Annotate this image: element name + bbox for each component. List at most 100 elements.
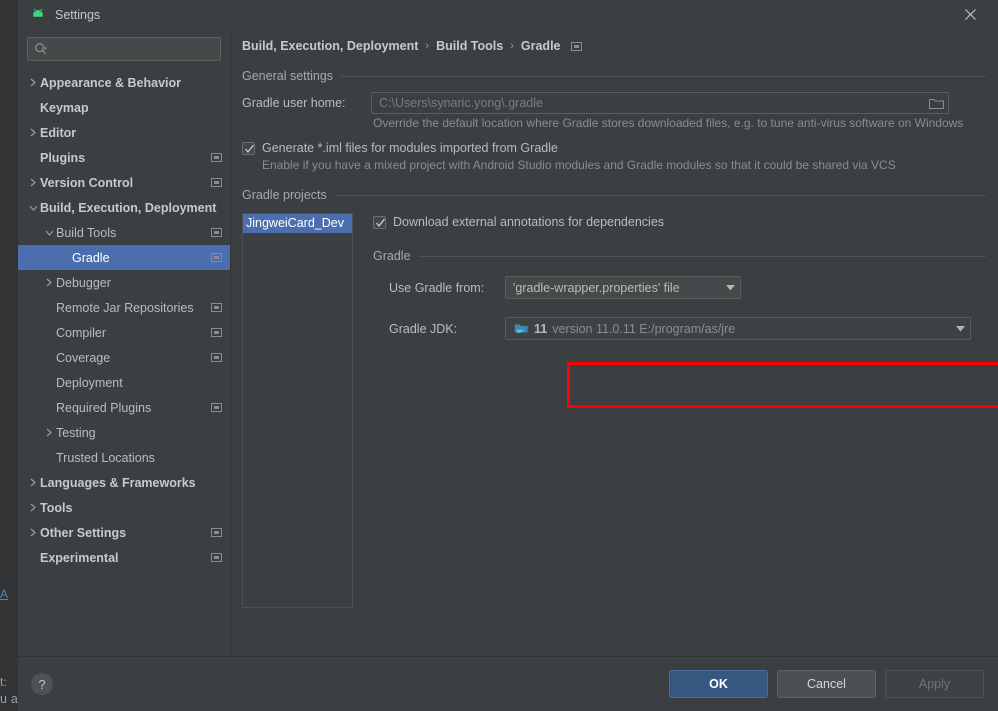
sidebar-item-plugins[interactable]: Plugins: [18, 145, 230, 170]
chevron-down-icon: [26, 204, 40, 212]
dialog-body: Appearance & Behavior Keymap Editor Plugins…: [18, 29, 998, 656]
sidebar-item-label: Keymap: [40, 100, 89, 115]
search-container: [18, 29, 230, 68]
gradle-user-home-value: C:\Users\synaric.yong\.gradle: [379, 96, 543, 110]
gradle-project-item[interactable]: JingweiCard_Dev: [243, 214, 352, 233]
chevron-right-icon: [26, 503, 40, 512]
sidebar-item-appearance-behavior[interactable]: Appearance & Behavior: [18, 70, 230, 95]
section-divider: [341, 75, 986, 77]
sidebar-item-required-plugins[interactable]: Required Plugins: [18, 395, 230, 420]
sidebar-item-label: Build, Execution, Deployment: [40, 200, 217, 215]
sidebar-item-build-tools[interactable]: Build Tools: [18, 220, 230, 245]
sidebar-item-version-control[interactable]: Version Control: [18, 170, 230, 195]
sidebar-item-label: Remote Jar Repositories: [56, 300, 194, 315]
settings-content-pane: Build, Execution, Deployment › Build Too…: [231, 29, 998, 656]
sidebar-item-remote-jar-repositories[interactable]: Remote Jar Repositories: [18, 295, 230, 320]
sidebar-item-tools[interactable]: Tools: [18, 495, 230, 520]
chevron-right-icon: [42, 428, 56, 437]
sidebar-item-coverage[interactable]: Coverage: [18, 345, 230, 370]
settings-tree: Appearance & Behavior Keymap Editor Plugins…: [18, 68, 230, 656]
breadcrumb-separator-icon: ›: [510, 40, 514, 52]
gradle-jdk-row: Gradle JDK: 11 version 11.0.11 E:/progra…: [389, 317, 986, 340]
section-gradle-subsection: Gradle: [373, 249, 986, 263]
sidebar-item-other-settings[interactable]: Other Settings: [18, 520, 230, 545]
gradle-user-home-field[interactable]: C:\Users\synaric.yong\.gradle: [371, 92, 949, 114]
sidebar-item-keymap[interactable]: Keymap: [18, 95, 230, 120]
download-annotations-label: Download external annotations for depend…: [393, 215, 665, 229]
sidebar-item-label: Languages & Frameworks: [40, 475, 196, 490]
sidebar-item-label: Compiler: [56, 325, 107, 340]
sidebar-item-deployment[interactable]: Deployment: [18, 370, 230, 395]
settings-content: General settings Gradle user home: C:\Us…: [231, 63, 998, 656]
android-icon: [30, 7, 46, 23]
section-title-gradle: Gradle: [373, 249, 411, 263]
use-gradle-from-label: Use Gradle from:: [389, 280, 485, 295]
gradle-project-list[interactable]: JingweiCard_Dev: [242, 213, 353, 608]
download-annotations-checkbox[interactable]: [373, 215, 386, 229]
cancel-button[interactable]: Cancel: [777, 670, 876, 698]
chevron-down-icon: [950, 325, 970, 332]
dialog-titlebar: Settings: [18, 0, 998, 29]
generate-iml-checkbox[interactable]: [242, 141, 255, 155]
project-level-setting-icon: [210, 252, 222, 264]
sidebar-item-editor[interactable]: Editor: [18, 120, 230, 145]
chevron-right-icon: [26, 528, 40, 537]
chevron-right-icon: [42, 278, 56, 287]
gradle-user-home-hint: Override the default location where Grad…: [373, 116, 964, 130]
settings-dialog: Settings Appearance & Behavior Keymap Ed…: [18, 0, 998, 711]
use-gradle-from-dropdown[interactable]: 'gradle-wrapper.properties' file: [505, 276, 741, 299]
gradle-projects-area: JingweiCard_Dev Download external annota…: [242, 213, 986, 608]
sidebar-item-label: Deployment: [56, 375, 123, 390]
close-icon[interactable]: [950, 0, 990, 29]
use-gradle-from-row: Use Gradle from: 'gradle-wrapper.propert…: [389, 276, 986, 299]
sidebar-item-gradle[interactable]: Gradle: [18, 245, 230, 270]
sidebar-item-languages-frameworks[interactable]: Languages & Frameworks: [18, 470, 230, 495]
chevron-right-icon: [26, 78, 40, 87]
generate-iml-hint: Enable if you have a mixed project with …: [262, 158, 896, 172]
sidebar-item-label: Trusted Locations: [56, 450, 155, 465]
gradle-user-home-row: Gradle user home: C:\Users\synaric.yong\…: [242, 92, 986, 114]
project-level-setting-icon: [210, 402, 222, 414]
breadcrumb-item-build-tools[interactable]: Build Tools: [436, 39, 503, 53]
sidebar-item-label: Build Tools: [56, 225, 117, 240]
sidebar-item-label: Required Plugins: [56, 400, 152, 415]
help-button[interactable]: ?: [31, 673, 53, 695]
generate-iml-label: Generate *.iml files for modules importe…: [262, 141, 558, 155]
section-divider: [418, 255, 986, 257]
dialog-footer: ? OK Cancel Apply: [18, 656, 998, 711]
sidebar-item-build-execution-deployment[interactable]: Build, Execution, Deployment: [18, 195, 230, 220]
folder-browse-icon[interactable]: [928, 95, 944, 111]
sidebar-item-label: Experimental: [40, 550, 119, 565]
search-input[interactable]: [48, 40, 220, 58]
footer-button-group: OK Cancel Apply: [669, 670, 984, 698]
project-level-setting-icon: [210, 302, 222, 314]
gradle-project-detail: Download external annotations for depend…: [353, 213, 986, 608]
ok-button[interactable]: OK: [669, 670, 768, 698]
sidebar-item-testing[interactable]: Testing: [18, 420, 230, 445]
section-general-settings: General settings: [242, 69, 986, 83]
project-level-setting-icon: [210, 227, 222, 239]
sidebar-item-experimental[interactable]: Experimental: [18, 545, 230, 570]
search-box[interactable]: [27, 37, 221, 61]
breadcrumb-item-gradle[interactable]: Gradle: [521, 39, 561, 53]
sidebar-item-compiler[interactable]: Compiler: [18, 320, 230, 345]
section-title-general-settings: General settings: [242, 69, 334, 83]
generate-iml-row: Generate *.iml files for modules importe…: [242, 141, 986, 155]
breadcrumb-item-build-execution-deployment[interactable]: Build, Execution, Deployment: [242, 39, 418, 53]
sidebar-item-trusted-locations[interactable]: Trusted Locations: [18, 445, 230, 470]
gradle-user-home-label: Gradle user home:: [242, 96, 346, 110]
gradle-jdk-dropdown[interactable]: 11 version 11.0.11 E:/program/as/jre: [505, 317, 971, 340]
section-gradle-projects: Gradle projects: [242, 188, 986, 202]
section-divider: [334, 194, 986, 196]
background-link: A: [0, 587, 9, 601]
breadcrumb: Build, Execution, Deployment › Build Too…: [231, 29, 998, 63]
chevron-right-icon: [26, 128, 40, 137]
apply-button[interactable]: Apply: [885, 670, 984, 698]
sidebar-item-label: Other Settings: [40, 525, 127, 540]
gradle-jdk-detail: version 11.0.11 E:/program/as/jre: [552, 321, 736, 336]
ide-left-strip: [0, 0, 19, 711]
sidebar-item-label: Plugins: [40, 150, 86, 165]
settings-sidebar: Appearance & Behavior Keymap Editor Plugins…: [18, 29, 231, 656]
sidebar-item-debugger[interactable]: Debugger: [18, 270, 230, 295]
gradle-jdk-label: Gradle JDK:: [389, 321, 458, 336]
